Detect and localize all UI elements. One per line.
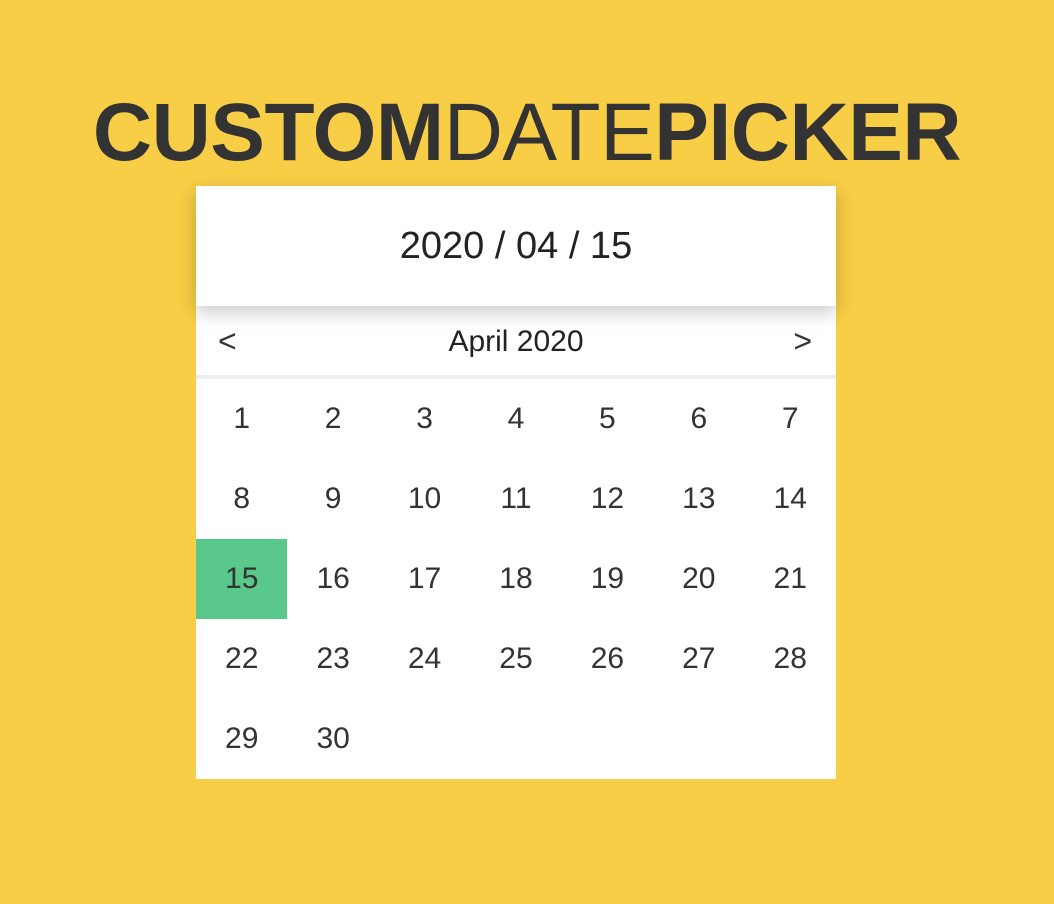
day-cell-selected[interactable]: 15	[196, 539, 288, 619]
day-cell[interactable]: 6	[653, 379, 744, 459]
day-cell[interactable]: 11	[470, 459, 561, 539]
month-label: April 2020	[448, 324, 584, 358]
day-cell[interactable]: 28	[745, 619, 836, 699]
month-navigation: < April 2020 >	[196, 306, 836, 379]
days-grid: 1 2 3 4 5 6 7 8 9 10 11 12 13 14 15 16 17 18 19 20 21 22 23 24 2…	[196, 379, 836, 779]
day-cell[interactable]: 4	[470, 379, 561, 459]
next-month-button[interactable]: >	[766, 323, 836, 360]
day-cell[interactable]: 30	[287, 699, 378, 779]
day-cell[interactable]: 21	[745, 539, 836, 619]
day-cell[interactable]: 7	[745, 379, 836, 459]
day-cell[interactable]: 12	[562, 459, 653, 539]
day-cell[interactable]: 5	[562, 379, 653, 459]
date-picker[interactable]: 2020 / 04 / 15 < April 2020 > 1234567891…	[196, 186, 836, 779]
day-cell[interactable]: 24	[379, 619, 470, 699]
day-cell[interactable]: 27	[653, 619, 744, 699]
day-cell[interactable]: 23	[287, 619, 378, 699]
selected-date-display[interactable]: 2020 / 04 / 15	[196, 186, 836, 306]
day-cell[interactable]: 25	[470, 619, 561, 699]
day-cell[interactable]: 17	[379, 539, 470, 619]
title-date: DATE	[443, 86, 655, 178]
day-cell[interactable]: 16	[287, 539, 378, 619]
day-cell[interactable]: 20	[653, 539, 744, 619]
day-cell[interactable]: 9	[287, 459, 378, 539]
page-title: CUSTOMDATEPICKER	[0, 90, 1054, 175]
day-cell[interactable]: 2	[287, 379, 378, 459]
prev-month-button[interactable]: <	[196, 323, 266, 360]
day-cell[interactable]: 14	[745, 459, 836, 539]
day-cell[interactable]: 22	[196, 619, 287, 699]
day-cell[interactable]: 26	[562, 619, 653, 699]
day-cell[interactable]: 8	[196, 459, 287, 539]
dates-panel: < April 2020 > 1 2 3 4 5 6 7 8 9 10 11 12 13 14 15 16 17…	[196, 306, 836, 779]
day-cell[interactable]: 1	[196, 379, 287, 459]
day-cell[interactable]: 10	[379, 459, 470, 539]
day-cell[interactable]: 29	[196, 699, 287, 779]
day-cell[interactable]: 13	[653, 459, 744, 539]
day-cell[interactable]: 19	[562, 539, 653, 619]
title-picker: PICKER	[654, 86, 962, 178]
day-cell[interactable]: 3	[379, 379, 470, 459]
title-custom: CUSTOM	[92, 86, 444, 178]
day-cell[interactable]: 18	[470, 539, 561, 619]
